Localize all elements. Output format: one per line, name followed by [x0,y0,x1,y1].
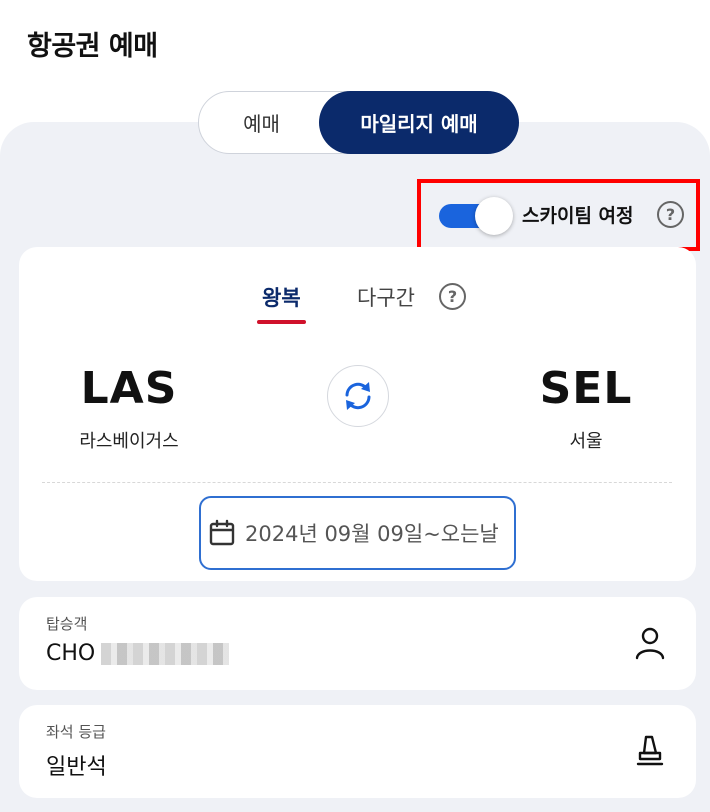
travel-date-button[interactable]: 2024년 09월 09일~오는날 [199,496,516,570]
swap-icon [345,382,371,410]
destination-airport-code[interactable]: SEL [516,363,656,414]
origin-airport-code[interactable]: LAS [59,363,199,414]
skyteam-toggle-switch[interactable] [439,197,513,235]
tab-round-trip[interactable]: 왕복 [257,282,306,324]
booking-mode-toggle[interactable]: 예매 마일리지 예매 [198,91,519,154]
redacted-name [101,643,230,665]
passenger-value: CHO [46,641,230,666]
passenger-field[interactable]: 탑승객 CHO [19,597,696,690]
seat-class-label: 좌석 등급 [46,723,106,741]
seat-class-field[interactable]: 좌석 등급 일반석 [19,705,696,798]
swap-airports-button[interactable] [327,365,389,427]
passenger-label: 탑승객 [46,615,88,633]
toggle-knob [475,197,513,235]
help-icon[interactable]: ? [439,283,466,310]
destination-city-name[interactable]: 서울 [516,427,656,453]
page-title: 항공권 예매 [27,31,158,62]
help-icon[interactable]: ? [657,201,684,228]
passenger-name: CHO [46,641,96,666]
divider [42,482,672,483]
calendar-icon [209,519,235,546]
trip-search-card: 왕복 다구간 ? LAS 라스베이거스 SEL 서울 2024년 09월 09일… [19,247,696,581]
seat-class-value: 일반석 [46,755,107,780]
person-icon [635,627,665,660]
travel-date-text: 2024년 09월 09일~오는날 [245,522,499,546]
tab-multi-city[interactable]: 다구간 [357,282,415,312]
origin-city-name[interactable]: 라스베이거스 [59,427,199,453]
skyteam-itinerary-row: 스카이팀 여정 ? [417,179,700,251]
normal-booking-tab[interactable]: 예매 [199,91,324,154]
seat-icon [636,735,664,766]
mileage-booking-tab[interactable]: 마일리지 예매 [319,91,519,154]
skyteam-label: 스카이팀 여정 [522,205,634,227]
